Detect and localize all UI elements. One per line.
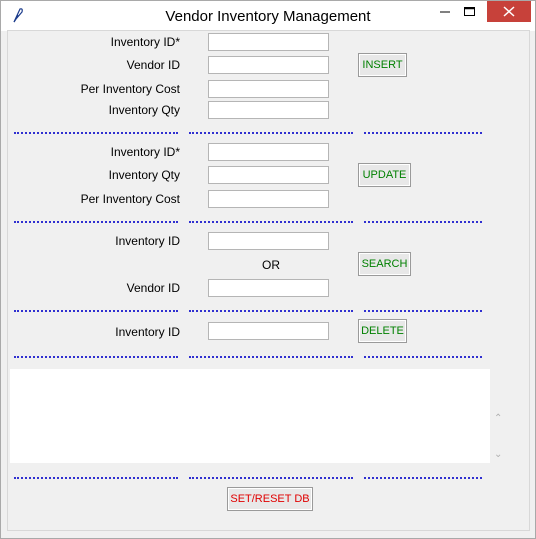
search-vendor-id-input[interactable] xyxy=(208,279,329,297)
update-inventory-id-label: Inventory ID* xyxy=(110,145,180,159)
insert-button[interactable]: INSERT xyxy=(358,53,407,77)
separator xyxy=(189,221,353,223)
separator xyxy=(364,310,482,312)
chevron-up-icon[interactable]: ⌃ xyxy=(494,413,502,424)
separator xyxy=(14,221,178,223)
search-button[interactable]: SEARCH xyxy=(358,252,411,276)
set-reset-db-button[interactable]: SET/RESET DB xyxy=(227,487,313,511)
insert-inventory-id-label: Inventory ID* xyxy=(110,35,180,49)
separator xyxy=(14,132,178,134)
update-cost-input[interactable] xyxy=(208,190,329,208)
or-label: OR xyxy=(262,258,280,272)
separator xyxy=(189,132,353,134)
maximize-icon xyxy=(464,7,475,16)
close-icon xyxy=(503,6,515,17)
chevron-down-icon[interactable]: ⌄ xyxy=(494,449,502,460)
title-bar: Vendor Inventory Management xyxy=(1,1,535,31)
insert-qty-input[interactable] xyxy=(208,101,329,119)
insert-inventory-id-input[interactable] xyxy=(208,33,329,51)
separator xyxy=(189,310,353,312)
separator xyxy=(189,477,353,479)
search-inventory-id-input[interactable] xyxy=(208,232,329,250)
update-inventory-id-input[interactable] xyxy=(208,143,329,161)
delete-inventory-id-label: Inventory ID xyxy=(115,325,180,339)
insert-cost-input[interactable] xyxy=(208,80,329,98)
separator xyxy=(364,356,482,358)
separator xyxy=(14,477,178,479)
results-scrollbar[interactable]: ⌃ ⌄ xyxy=(491,369,507,463)
insert-vendor-id-input[interactable] xyxy=(208,56,329,74)
delete-inventory-id-input[interactable] xyxy=(208,322,329,340)
results-text-area[interactable] xyxy=(10,369,490,463)
search-vendor-id-label: Vendor ID xyxy=(126,281,180,295)
separator xyxy=(14,356,178,358)
close-button[interactable] xyxy=(487,1,531,22)
separator xyxy=(189,356,353,358)
update-button[interactable]: UPDATE xyxy=(358,163,411,187)
separator xyxy=(14,310,178,312)
insert-qty-label: Inventory Qty xyxy=(108,103,180,117)
insert-cost-label: Per Inventory Cost xyxy=(80,82,180,96)
update-cost-label: Per Inventory Cost xyxy=(80,192,180,206)
delete-button[interactable]: DELETE xyxy=(358,319,407,343)
update-qty-label: Inventory Qty xyxy=(108,168,180,182)
separator xyxy=(364,221,482,223)
insert-vendor-id-label: Vendor ID xyxy=(126,58,180,72)
search-inventory-id-label: Inventory ID xyxy=(115,234,180,248)
maximize-button[interactable] xyxy=(447,1,491,23)
separator xyxy=(364,132,482,134)
separator xyxy=(364,477,482,479)
update-qty-input[interactable] xyxy=(208,166,329,184)
